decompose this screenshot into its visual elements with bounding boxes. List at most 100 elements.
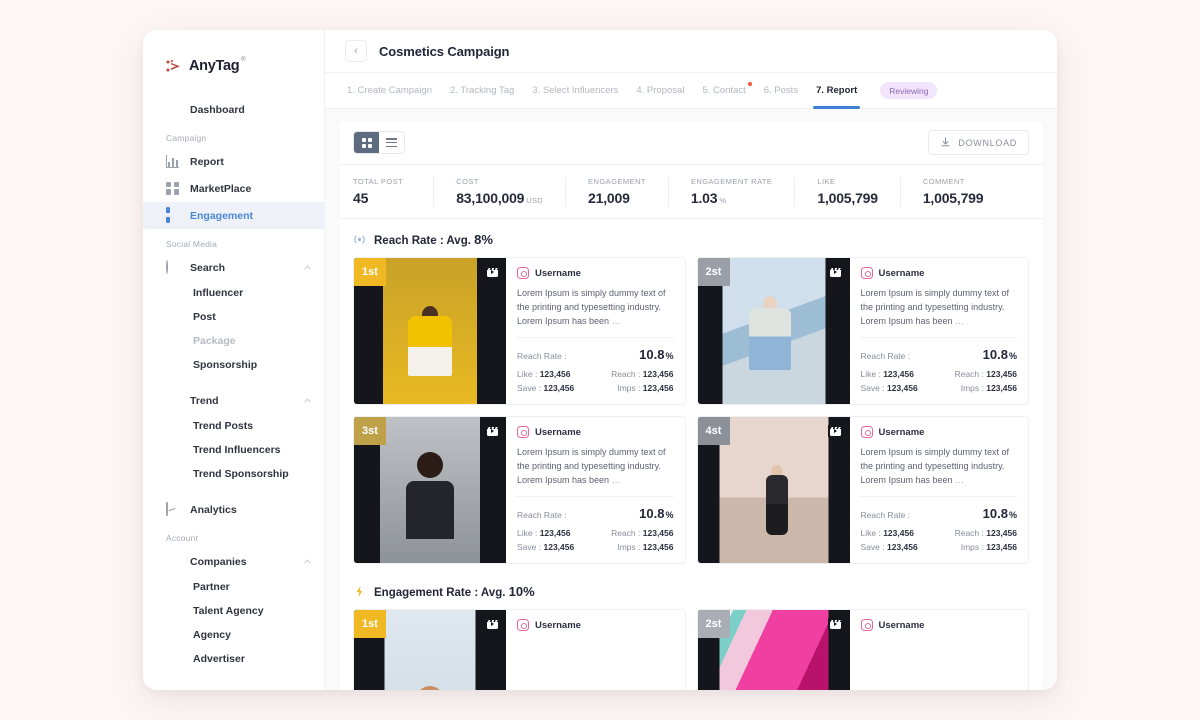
tab-contact[interactable]: 5. Contact: [693, 73, 754, 109]
sidebar-item-dashboard[interactable]: Dashboard: [143, 96, 324, 123]
sidebar-group-account: Account: [143, 523, 324, 548]
primary-metric-unit: %: [665, 510, 673, 520]
sidebar-item-label: MarketPlace: [190, 183, 251, 195]
post-author[interactable]: Username: [861, 267, 1018, 279]
tab-create-campaign[interactable]: 1. Create Campaign: [338, 73, 441, 109]
sidebar-item-search[interactable]: Search: [143, 254, 324, 281]
post-thumbnail[interactable]: 2st: [698, 258, 850, 404]
trademark-symbol: ®: [241, 57, 245, 63]
tab-proposal[interactable]: 4. Proposal: [627, 73, 693, 109]
post-author[interactable]: Username: [517, 267, 674, 279]
rank-badge: 4st: [698, 417, 730, 445]
sidebar-subitem-partner[interactable]: Partner: [143, 575, 324, 599]
section-title: Engagement Rate : Avg. 10%: [374, 584, 535, 599]
sidebar-item-engagement[interactable]: Engagement: [143, 202, 324, 229]
tab-posts[interactable]: 6. Posts: [755, 73, 807, 109]
post-author[interactable]: Username: [517, 619, 674, 631]
report-content: DOWNLOAD TOTAL POST 45 COST 83,100,009US…: [325, 109, 1057, 690]
sidebar-subitem-advertiser[interactable]: Advertiser: [143, 647, 324, 671]
stat-unit: USD: [526, 196, 543, 205]
metric-value: 123,456: [543, 542, 574, 552]
chevron-up-icon[interactable]: [303, 396, 312, 405]
excerpt-ellipsis: …: [612, 475, 621, 485]
metric-reach: Reach : 123,456: [595, 369, 673, 379]
post-card[interactable]: 2st Username: [697, 609, 1030, 690]
sidebar-subitem-sponsorship[interactable]: Sponsorship: [143, 353, 324, 377]
sidebar-item-marketplace[interactable]: MarketPlace: [143, 175, 324, 202]
brand-logo[interactable]: AnyTag®: [143, 52, 324, 80]
grid-view-button[interactable]: [354, 132, 379, 153]
metric-value: 123,456: [986, 528, 1017, 538]
metric-like: Like : 123,456: [861, 369, 939, 379]
post-card[interactable]: 3st Username Lorem Ipsum is simply dummy…: [353, 416, 686, 564]
username-label: Username: [535, 620, 581, 631]
sidebar: AnyTag® Dashboard Campaign Report Marke: [143, 30, 325, 690]
post-card[interactable]: 1st Username: [353, 609, 686, 690]
sidebar-subitem-post[interactable]: Post: [143, 305, 324, 329]
post-author[interactable]: Username: [861, 619, 1018, 631]
post-card[interactable]: 1st Username Lorem Ipsum is simply dummy…: [353, 257, 686, 405]
primary-metric-row: Reach Rate : 10.8%: [517, 347, 674, 362]
username-label: Username: [879, 427, 925, 438]
sidebar-subitem-agency[interactable]: Agency: [143, 623, 324, 647]
metric-value: 123,456: [540, 369, 571, 379]
username-label: Username: [879, 268, 925, 279]
post-author[interactable]: Username: [517, 426, 674, 438]
post-card[interactable]: 4st Username Lorem Ipsum is simply dummy…: [697, 416, 1030, 564]
sidebar-subitem-trend-sponsorship[interactable]: Trend Sponsorship: [143, 462, 324, 486]
rank-badge: 1st: [354, 610, 386, 638]
bolt-icon: [353, 585, 366, 598]
stat-value: 1,005,799: [817, 190, 877, 206]
sidebar-subitem-influencer[interactable]: Influencer: [143, 281, 324, 305]
user-avatar-icon: [166, 688, 180, 691]
metric-value: 123,456: [986, 369, 1017, 379]
post-author[interactable]: Username: [861, 426, 1018, 438]
sidebar-subitem-label: Sponsorship: [193, 359, 257, 371]
back-button[interactable]: ‹: [345, 40, 367, 62]
metric-value: 123,456: [643, 383, 674, 393]
metric-value: 123,456: [986, 383, 1017, 393]
primary-metric-label: Reach Rate :: [517, 510, 567, 520]
sidebar-nav: Dashboard Campaign Report MarketPlace En…: [143, 96, 324, 690]
sidebar-item-user[interactable]: User: [143, 681, 324, 690]
view-mode-switch: [353, 131, 405, 154]
stat-cost: COST 83,100,009USD: [434, 177, 566, 206]
sidebar-item-trend[interactable]: Trend: [143, 387, 324, 414]
campaign-step-tabs: 1. Create Campaign 2. Tracking Tag 3. Se…: [325, 73, 1057, 109]
post-thumbnail[interactable]: 2st: [698, 610, 850, 690]
tab-select-influencers[interactable]: 3. Select Influencers: [523, 73, 627, 109]
rank-badge: 1st: [354, 258, 386, 286]
tab-tracking-tag[interactable]: 2. Tracking Tag: [441, 73, 523, 109]
sidebar-subitem-talent-agency[interactable]: Talent Agency: [143, 599, 324, 623]
post-excerpt: Lorem Ipsum is simply dummy text of the …: [861, 445, 1018, 497]
chevron-up-icon[interactable]: [303, 263, 312, 272]
instagram-icon: [861, 619, 873, 631]
tab-report[interactable]: 7. Report: [807, 73, 866, 109]
post-thumbnail[interactable]: 3st: [354, 417, 506, 563]
sidebar-item-analytics[interactable]: Analytics: [143, 496, 324, 523]
sidebar-item-report[interactable]: Report: [143, 148, 324, 175]
reels-icon: [828, 423, 844, 439]
brand-name: AnyTag®: [189, 58, 239, 74]
stat-value: 1,005,799: [923, 190, 983, 206]
primary-metric-value: 10.8%: [639, 506, 673, 521]
post-thumbnail[interactable]: 4st: [698, 417, 850, 563]
engagement-rate-card-grid: 1st Username 2st: [339, 609, 1043, 690]
stat-total-post: TOTAL POST 45: [353, 177, 434, 206]
stat-value: 21,009: [588, 190, 646, 206]
instagram-icon: [861, 267, 873, 279]
post-thumbnail[interactable]: 1st: [354, 258, 506, 404]
section-header-reach-rate: Reach Rate : Avg. 8%: [339, 219, 1043, 257]
sidebar-subitem-trend-posts[interactable]: Trend Posts: [143, 414, 324, 438]
post-metrics: Like : 123,456 Reach : 123,456 Save : 12…: [861, 369, 1018, 393]
sidebar-subitem-trend-influencers[interactable]: Trend Influencers: [143, 438, 324, 462]
sidebar-item-companies[interactable]: Companies: [143, 548, 324, 575]
sidebar-subitem-package[interactable]: Package: [143, 329, 324, 353]
download-button[interactable]: DOWNLOAD: [928, 130, 1029, 155]
chevron-up-icon[interactable]: [303, 557, 312, 566]
post-details: Username Lorem Ipsum is simply dummy tex…: [506, 417, 685, 563]
sidebar-item-label: Engagement: [190, 210, 253, 222]
post-thumbnail[interactable]: 1st: [354, 610, 506, 690]
post-card[interactable]: 2st Username Lorem Ipsum is simply dummy…: [697, 257, 1030, 405]
list-view-button[interactable]: [379, 132, 404, 153]
